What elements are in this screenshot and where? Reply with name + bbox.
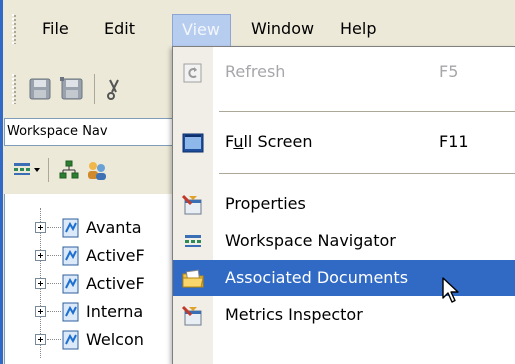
workspace-navigator-icon (181, 230, 205, 252)
menu-separator (219, 111, 515, 112)
metrics-inspector-icon (181, 304, 205, 326)
tree-item-label: Welcon (86, 330, 144, 349)
navigator-toolbar-separator (48, 158, 49, 182)
document-icon (60, 245, 82, 267)
mouse-pointer-icon (442, 277, 462, 305)
users-icon[interactable] (86, 159, 108, 181)
expand-icon[interactable] (35, 222, 46, 233)
save-icon[interactable] (28, 76, 52, 102)
save-all-icon[interactable] (60, 76, 84, 102)
menu-separator (219, 173, 515, 174)
menu-item-workspace-navigator[interactable]: Workspace Navigator (173, 223, 515, 259)
menu-item-refresh[interactable]: Refresh F5 (173, 54, 515, 90)
tree-item-label: Interna (86, 302, 144, 321)
menubar-grip[interactable] (12, 14, 17, 44)
menu-view[interactable]: View (172, 14, 231, 46)
menu-help[interactable]: Help (331, 14, 385, 44)
view-menu-dropdown: Refresh F5 Full Screen F11 Properties Wo… (172, 46, 515, 364)
full-screen-icon (181, 131, 205, 153)
refresh-icon (181, 61, 205, 83)
document-icon (60, 329, 82, 351)
tree-item-label: Avanta (86, 214, 142, 242)
hierarchy-icon[interactable] (58, 159, 80, 181)
view-options-icon[interactable] (12, 160, 42, 180)
menu-item-full-screen[interactable]: Full Screen F11 (173, 124, 515, 160)
menu-edit[interactable]: Edit (95, 14, 144, 44)
document-icon (60, 217, 82, 239)
expand-icon[interactable] (35, 278, 46, 289)
toolbar-grip[interactable] (12, 74, 17, 104)
menu-item-metrics-inspector[interactable]: Metrics Inspector (173, 297, 515, 333)
menu-item-associated-documents[interactable]: Associated Documents (173, 260, 515, 296)
document-icon (60, 273, 82, 295)
tree-item-label: ActiveF (86, 246, 145, 265)
document-icon (60, 301, 82, 323)
expand-icon[interactable] (35, 250, 46, 261)
expand-icon[interactable] (35, 334, 46, 345)
toolbar-separator (94, 74, 95, 104)
properties-icon (181, 193, 205, 215)
folder-documents-icon (181, 267, 205, 289)
main-toolbar (8, 68, 198, 110)
cut-icon[interactable] (102, 76, 126, 102)
menu-item-properties[interactable]: Properties (173, 186, 515, 222)
menu-window[interactable]: Window (242, 14, 323, 44)
tree-item-label: ActiveF (86, 274, 145, 293)
menu-file[interactable]: File (33, 14, 78, 44)
expand-icon[interactable] (35, 306, 46, 317)
window-edge (0, 0, 3, 364)
